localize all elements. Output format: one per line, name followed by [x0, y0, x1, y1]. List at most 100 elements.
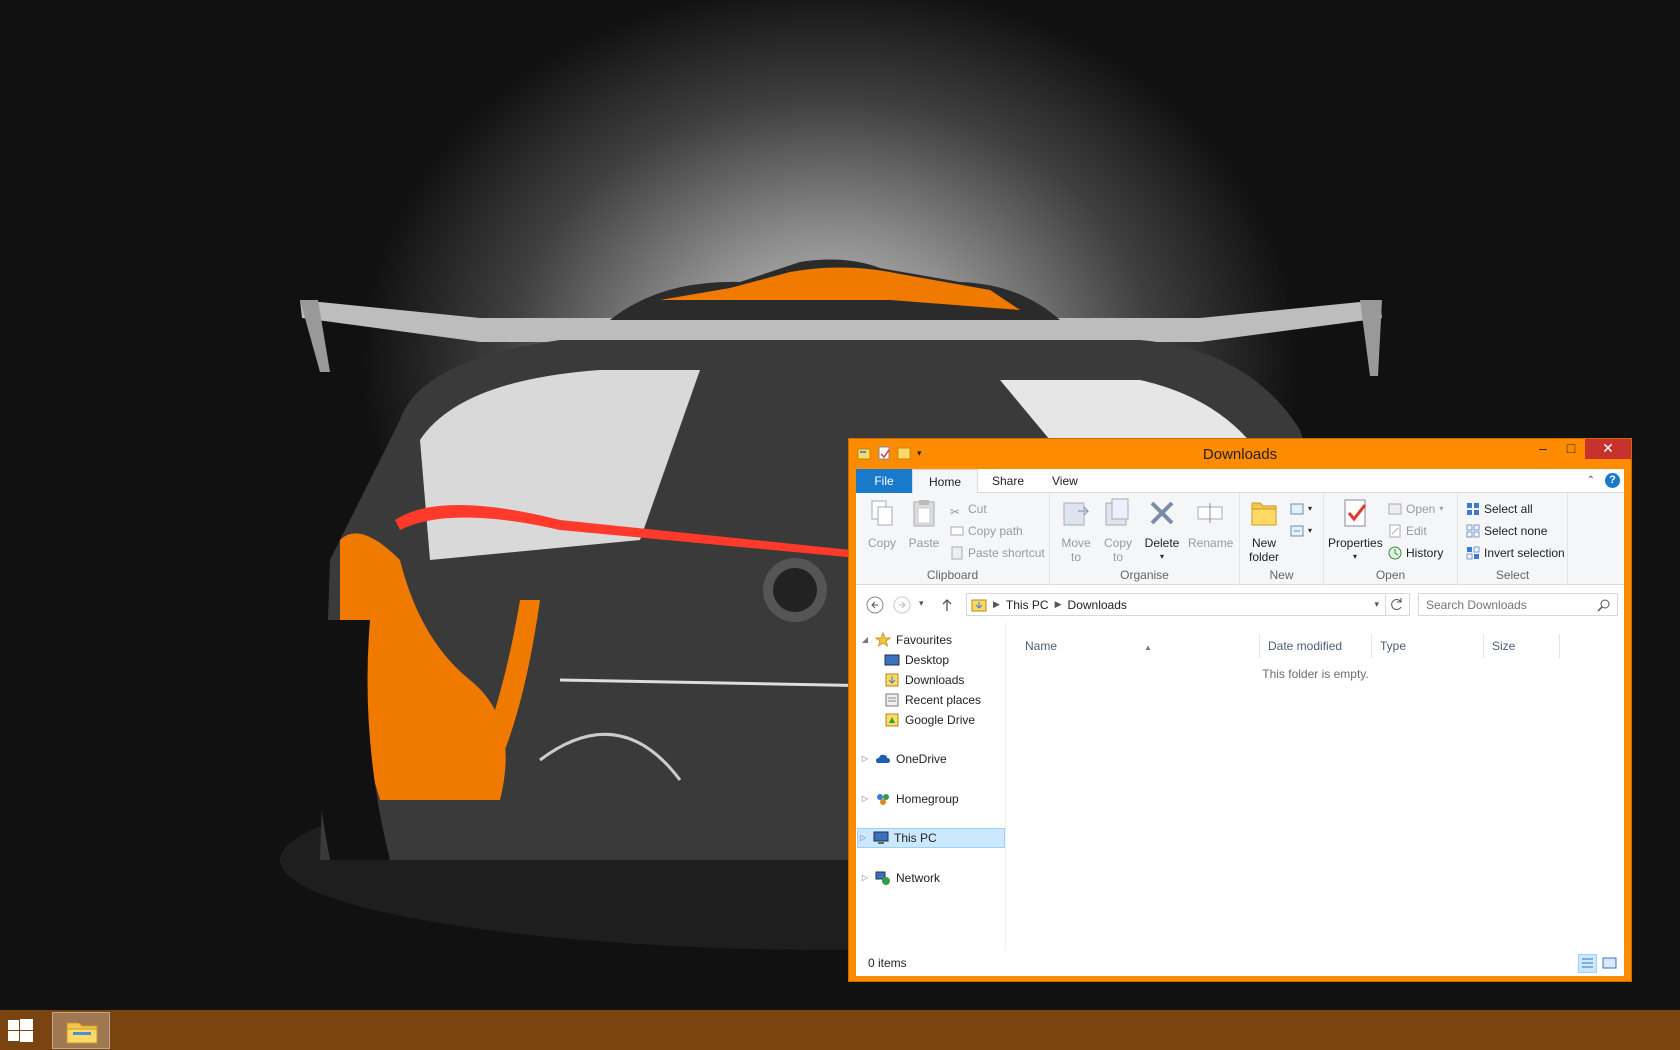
windows-logo-icon[interactable] — [8, 1019, 33, 1043]
invert-selection-button[interactable]: Invert selection — [1466, 543, 1565, 563]
rename-button[interactable]: Rename — [1188, 497, 1233, 550]
select-all-button[interactable]: Select all — [1466, 499, 1533, 519]
organise-label: Organise — [1120, 568, 1169, 582]
new-folder-button[interactable]: New folder — [1244, 497, 1284, 564]
new-folder-icon — [1251, 502, 1277, 526]
copy-button[interactable]: Copy — [864, 497, 900, 550]
move-to-icon — [1063, 502, 1090, 526]
homegroup-icon — [877, 794, 889, 805]
select-label: Select — [1495, 568, 1530, 582]
properties-button[interactable]: Properties ▾ — [1328, 497, 1383, 564]
nav-favourites[interactable]: ◢ Favourites — [860, 630, 952, 650]
column-name[interactable]: Name ▲ — [1017, 634, 1260, 658]
edit-button[interactable]: Edit — [1388, 521, 1427, 541]
paste-button[interactable]: Paste — [906, 497, 942, 550]
tab-view[interactable]: View — [1040, 469, 1090, 493]
details-view-icon — [1582, 958, 1593, 968]
star-icon — [875, 632, 891, 648]
window-client: File Home Share View ⌃ ? Copy Paste ✂ Cu… — [856, 469, 1624, 976]
status-bar: 0 items — [856, 950, 1624, 976]
paste-shortcut-button[interactable]: Paste shortcut — [950, 543, 1045, 563]
close-button[interactable]: ✕ — [1585, 439, 1631, 459]
new-item-icon — [1290, 503, 1304, 515]
tab-share[interactable]: Share — [980, 469, 1036, 493]
collapsed-arrow-icon[interactable]: ▷ — [858, 828, 868, 848]
recent-locations-icon[interactable]: ▾ — [919, 598, 924, 609]
column-type[interactable]: Type — [1372, 634, 1484, 658]
address-bar-row: ▾ ▶ This PC ▶ Downloads ▾ — [856, 586, 1624, 622]
large-icons-view-icon — [1602, 957, 1617, 969]
recent-places-icon — [885, 693, 899, 707]
navigation-pane: ◢ Favourites Desktop Downloads Recent pl… — [856, 622, 1006, 950]
select-none-button[interactable]: Select none — [1466, 521, 1547, 541]
collapsed-arrow-icon[interactable]: ▷ — [860, 789, 870, 809]
address-field[interactable]: ▶ This PC ▶ Downloads ▾ — [966, 593, 1386, 616]
delete-icon — [1150, 501, 1174, 525]
downloads-folder-icon — [971, 599, 987, 611]
item-count: 0 items — [868, 956, 907, 970]
nav-network[interactable]: ▷ Network — [860, 868, 940, 888]
copy-path-icon — [950, 526, 964, 536]
copy-to-icon — [1105, 498, 1129, 526]
invert-selection-icon — [1466, 546, 1480, 560]
nav-desktop[interactable]: Desktop — [884, 650, 949, 670]
move-to-button[interactable]: Move to — [1058, 497, 1094, 564]
tab-home[interactable]: Home — [912, 469, 978, 494]
search-box[interactable] — [1418, 593, 1618, 616]
nav-onedrive[interactable]: ▷ OneDrive — [860, 749, 947, 769]
nav-this-pc[interactable]: ▷ This PC — [857, 828, 1005, 848]
breadcrumb-chevron-icon: ▶ — [1054, 599, 1062, 609]
file-explorer-window: ▾ Downloads – □ ✕ File Home Share View ⌃… — [848, 438, 1632, 982]
nav-google-drive[interactable]: Google Drive — [884, 710, 975, 730]
easy-access-button[interactable]: ▾ — [1290, 521, 1312, 541]
expanded-arrow-icon[interactable]: ◢ — [860, 630, 870, 650]
up-arrow-icon[interactable] — [938, 596, 956, 614]
title-bar[interactable]: ▾ Downloads – □ ✕ — [849, 439, 1631, 469]
column-date-modified[interactable]: Date modified — [1260, 634, 1372, 658]
search-icon[interactable] — [1597, 598, 1611, 612]
select-all-icon — [1467, 503, 1479, 515]
refresh-icon — [1391, 598, 1402, 610]
large-icons-view-button[interactable] — [1600, 954, 1619, 973]
copy-to-button[interactable]: Copy to — [1100, 497, 1136, 564]
maximize-button[interactable]: □ — [1557, 439, 1585, 459]
new-group: New folder ▾ ▾ New — [1240, 493, 1324, 585]
open-button[interactable]: Open ▾ — [1388, 499, 1443, 519]
paste-icon — [913, 500, 935, 527]
easy-access-icon — [1290, 525, 1304, 537]
collapsed-arrow-icon[interactable]: ▷ — [860, 749, 870, 769]
google-drive-folder-icon — [885, 713, 899, 727]
copy-path-button[interactable]: Copy path — [950, 521, 1023, 541]
tab-file[interactable]: File — [856, 469, 912, 493]
taskbar-file-explorer-button[interactable] — [52, 1012, 110, 1049]
breadcrumb-this-pc[interactable]: This PC — [1006, 598, 1049, 612]
history-button[interactable]: History — [1388, 543, 1443, 563]
window-title: Downloads — [1202, 446, 1278, 463]
cut-button[interactable]: ✂ Cut — [950, 499, 987, 519]
search-input[interactable] — [1419, 594, 1589, 615]
sort-ascending-icon: ▲ — [1144, 643, 1152, 652]
nav-downloads[interactable]: Downloads — [884, 670, 964, 690]
open-group: Properties ▾ Open ▾ Edit History Open — [1324, 493, 1458, 585]
back-arrow-icon[interactable] — [866, 596, 884, 614]
nav-recent-places[interactable]: Recent places — [884, 690, 981, 710]
minimize-button[interactable]: – — [1529, 439, 1557, 459]
breadcrumb-chevron-icon: ▶ — [993, 599, 1000, 609]
open-icon — [1388, 503, 1402, 515]
taskbar — [0, 1010, 1680, 1050]
breadcrumb-downloads[interactable]: Downloads — [1068, 598, 1127, 612]
collapsed-arrow-icon[interactable]: ▷ — [860, 868, 870, 888]
address-dropdown-icon[interactable]: ▾ — [1374, 599, 1379, 610]
history-icon — [1388, 546, 1402, 560]
collapse-ribbon-icon[interactable]: ⌃ — [1587, 475, 1595, 486]
help-icon[interactable]: ? — [1605, 473, 1620, 488]
computer-icon — [873, 831, 889, 844]
column-size[interactable]: Size — [1484, 634, 1560, 658]
open-label: Open — [1375, 568, 1406, 582]
details-view-button[interactable] — [1578, 954, 1597, 973]
delete-button[interactable]: Delete ▾ — [1142, 497, 1182, 564]
new-item-button[interactable]: ▾ — [1290, 499, 1312, 519]
nav-homegroup[interactable]: ▷ Homegroup — [860, 789, 959, 809]
refresh-button[interactable] — [1386, 593, 1410, 616]
forward-arrow-icon[interactable] — [893, 596, 911, 614]
